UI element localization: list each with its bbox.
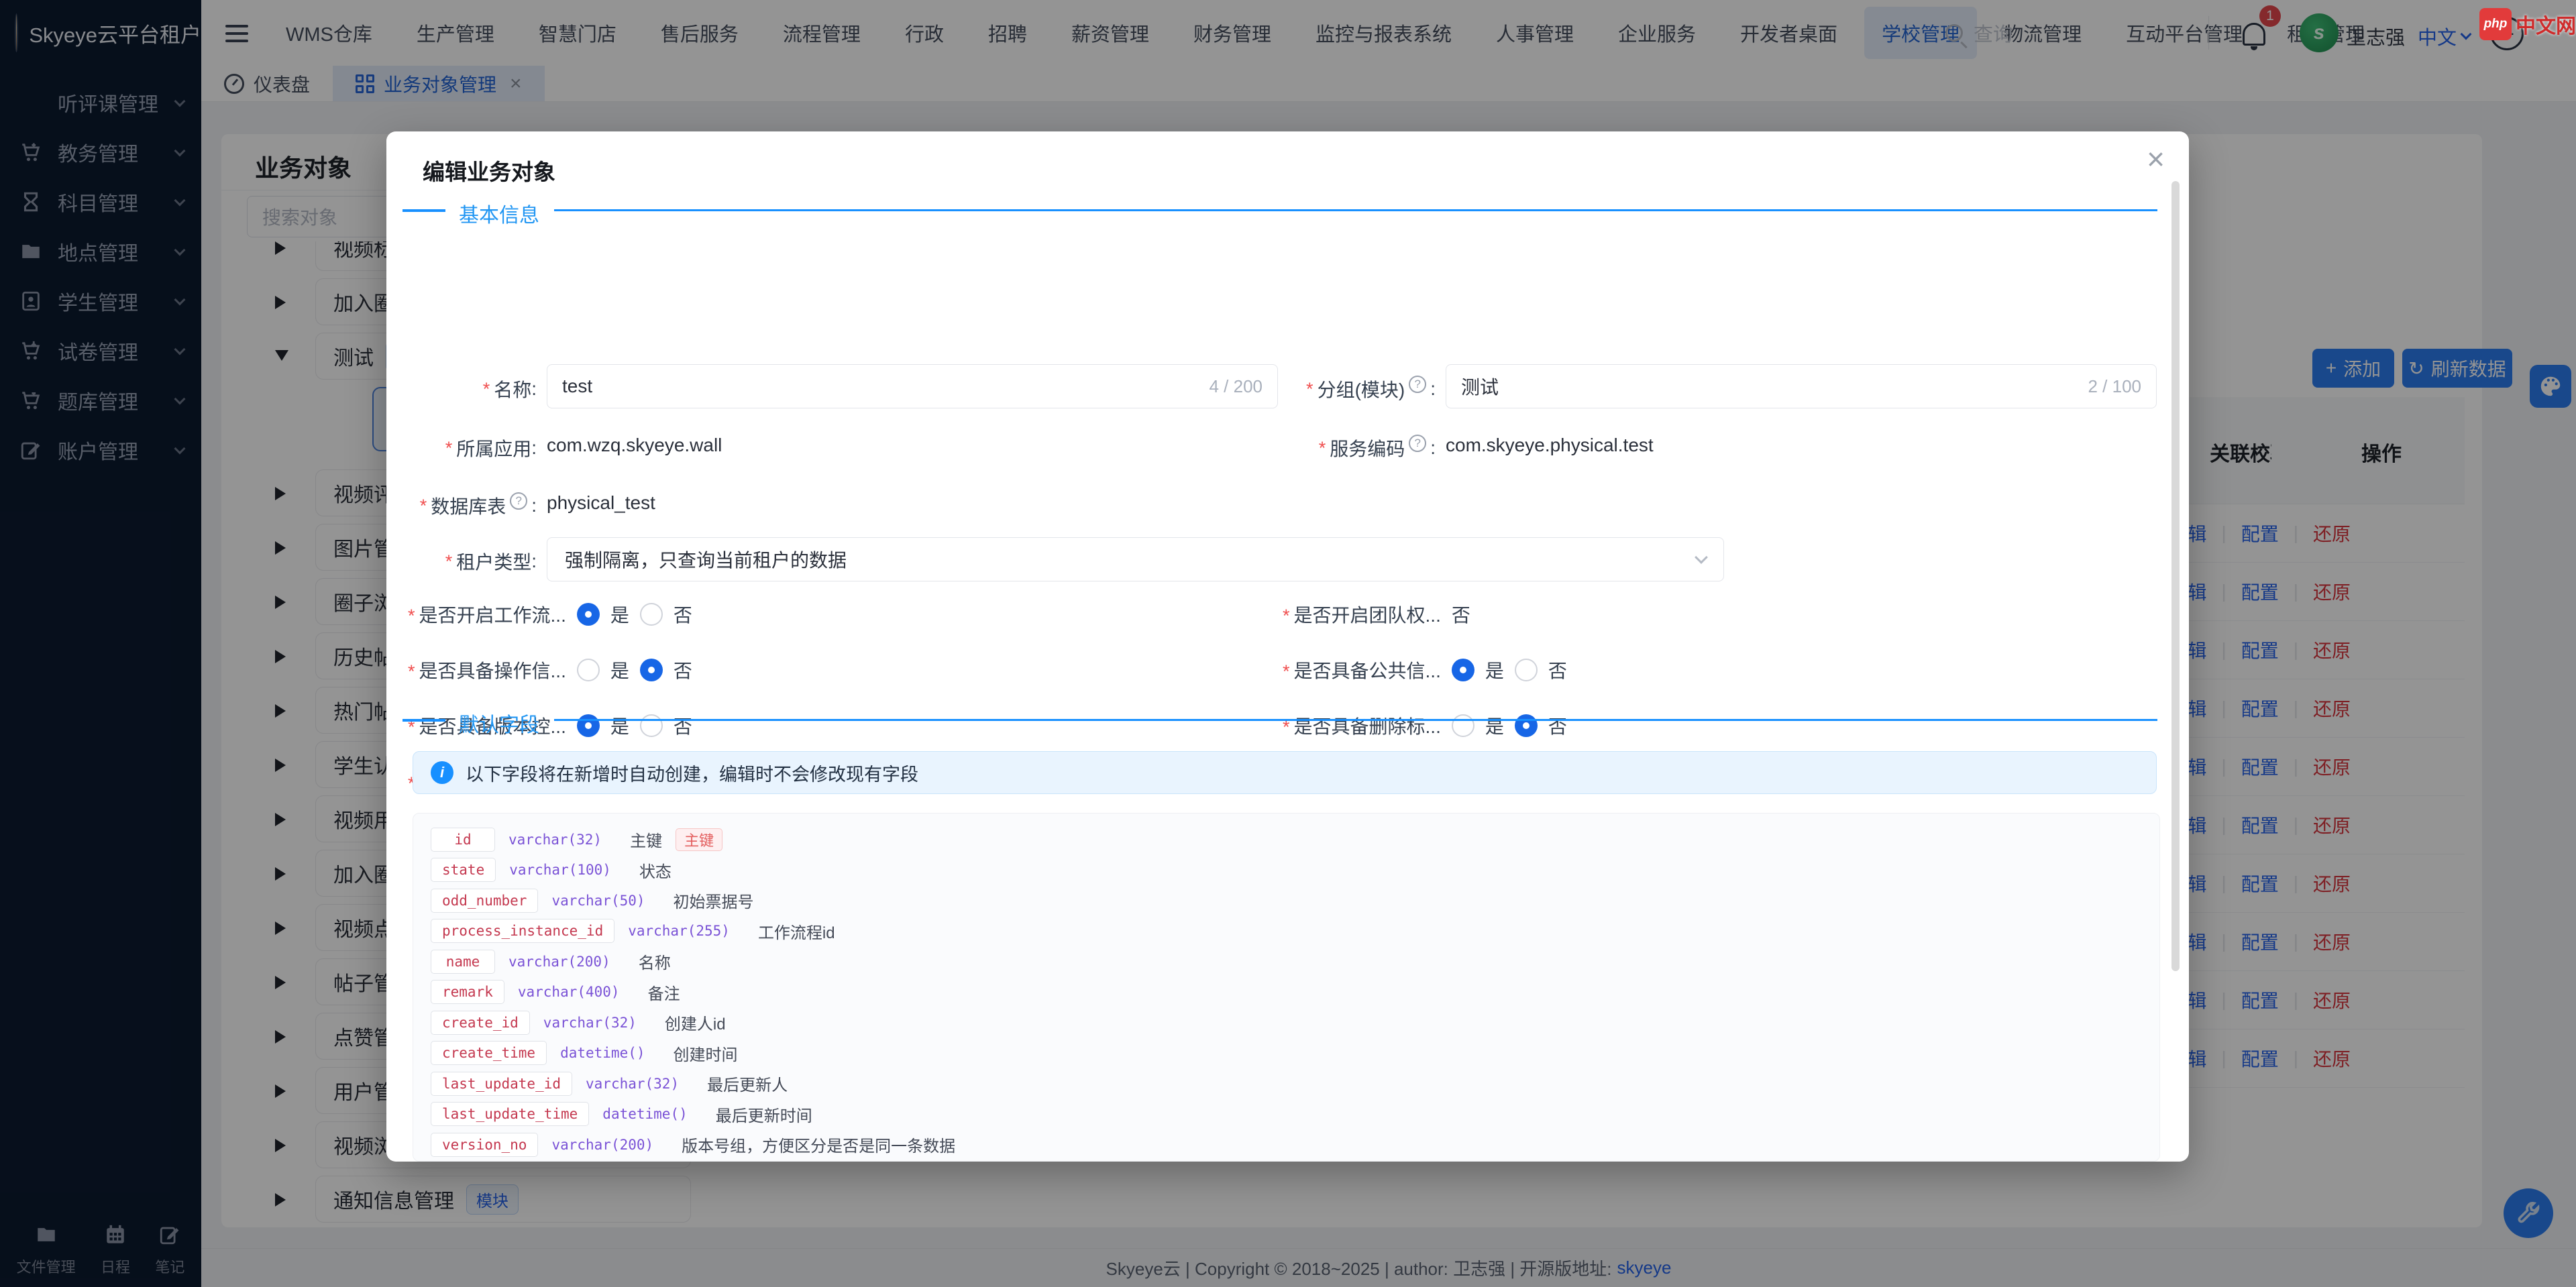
field-name-chip: name (431, 950, 495, 974)
close-icon[interactable]: × (2147, 144, 2165, 174)
service-code-label: *服务编码?: (1319, 435, 1436, 461)
alert-text: 以下字段将在新增时自动创建，编辑时不会修改现有字段 (466, 760, 918, 786)
default-fields-panel: id varchar(32) 主键主键 state varchar(100) 状态 odd_… (413, 813, 2160, 1162)
dialog-title: 编辑业务对象 (423, 154, 555, 186)
field-name-chip: last_update_time (431, 1102, 589, 1126)
radio-field: *是否具备公共信...是否 (1283, 657, 1567, 683)
default-field-row: create_time datetime() 创建时间 (431, 1038, 738, 1068)
radio-field: *是否开启工作流...是否 (408, 601, 692, 628)
field-name-chip: remark (431, 980, 504, 1004)
default-field-row: remark varchar(400) 备注 (431, 977, 680, 1007)
field-name-chip: version_no (431, 1133, 538, 1157)
radio-field: *是否具备操作信...是否 (408, 657, 692, 683)
application-window: Skyeye云平台租户 WMS仓库生产管理智慧门店售后服务流程管理行政招聘薪资管… (0, 0, 2576, 1287)
default-field-row: name varchar(200) 名称 (431, 946, 671, 976)
default-field-row: id varchar(32) 主键主键 (431, 824, 722, 854)
default-field-row: process_instance_id varchar(255) 工作流程id (431, 916, 835, 946)
field-description: 名称 (639, 950, 671, 973)
field-type: varchar(50) (551, 893, 645, 909)
field-type: varchar(100) (509, 862, 611, 878)
field-name-chip: odd_number (431, 889, 538, 913)
php-logo-icon: php (2479, 8, 2512, 40)
section-defaults: 默认字段 (386, 708, 2189, 732)
app-label: *所属应用: (445, 435, 537, 461)
radio-selected[interactable] (577, 603, 600, 626)
tenant-type-select[interactable]: 强制隔离，只查询当前租户的数据 (547, 537, 1724, 581)
field-description: 初始票据号 (674, 889, 754, 912)
field-description: 最后更新人 (707, 1072, 788, 1095)
field-description: 工作流程id (758, 919, 835, 943)
default-field-row: state varchar(100) 状态 (431, 855, 672, 885)
field-description: 状态 (639, 858, 672, 882)
radio-row: *是否开启工作流...是否 *是否开启团队权...否 (386, 601, 2189, 630)
field-type: varchar(32) (508, 832, 602, 848)
radio-unselected[interactable] (640, 603, 663, 626)
field-type: varchar(255) (628, 923, 730, 939)
edit-business-object-dialog: 编辑业务对象 × 基本信息 *名称: test4 / 200 *分组(模块)?:… (386, 131, 2189, 1162)
section-basic: 基本信息 (386, 199, 2189, 223)
field-type: varchar(32) (543, 1015, 637, 1031)
radio-selected[interactable] (1452, 659, 1474, 681)
service-code-value: com.skyeye.physical.test (1446, 435, 1654, 456)
group-label: *分组(模块)?: (1306, 376, 1436, 402)
field-description: 主键 (630, 828, 662, 851)
default-field-row: odd_number varchar(50) 初始票据号 (431, 885, 754, 915)
app-value: com.wzq.skyeye.wall (547, 435, 722, 456)
radio-static-value: 否 (1452, 601, 1470, 628)
field-description: 创建人id (665, 1011, 726, 1034)
site-watermark: php 中文网 (2479, 8, 2576, 40)
name-label: *名称: (483, 376, 537, 402)
field-name-chip: last_update_id (431, 1072, 572, 1096)
field-type: varchar(200) (551, 1137, 653, 1153)
help-icon[interactable]: ? (1409, 376, 1426, 393)
db-table-value: physical_test (547, 492, 655, 514)
field-description: 版本号组，方便区分是否是同一条数据 (682, 1133, 955, 1156)
field-description: 最后更新时间 (716, 1103, 812, 1126)
field-name-chip: process_instance_id (431, 919, 614, 943)
field-name-chip: create_id (431, 1011, 530, 1035)
field-name-chip: create_time (431, 1041, 547, 1065)
name-input[interactable]: test4 / 200 (547, 364, 1278, 408)
primary-key-badge: 主键 (676, 828, 722, 851)
info-alert: i 以下字段将在新增时自动创建，编辑时不会修改现有字段 (413, 751, 2157, 794)
field-type: varchar(32) (586, 1076, 679, 1092)
field-name-chip: state (431, 858, 496, 882)
field-type: datetime() (560, 1045, 645, 1061)
default-field-row: version_no varchar(200) 版本号组，方便区分是否是同一条数据 (431, 1129, 955, 1160)
char-counter: 2 / 100 (2088, 376, 2141, 397)
default-field-row: create_id varchar(32) 创建人id (431, 1007, 726, 1038)
field-name-chip: id (431, 828, 495, 852)
field-description: 备注 (648, 981, 680, 1004)
db-table-label: *数据库表?: (420, 492, 537, 519)
field-description: 创建时间 (674, 1042, 738, 1065)
field-type: varchar(400) (518, 984, 620, 1000)
group-input[interactable]: 测试2 / 100 (1446, 364, 2157, 408)
radio-unselected[interactable] (577, 659, 600, 681)
field-type: varchar(200) (508, 954, 610, 970)
radio-field: *是否开启团队权...否 (1283, 601, 1470, 628)
help-icon[interactable]: ? (510, 492, 527, 510)
radio-unselected[interactable] (1515, 659, 1538, 681)
radio-row: *是否具备操作信...是否 *是否具备公共信...是否 (386, 657, 2189, 686)
chevron-down-icon (1695, 551, 1708, 564)
default-field-row: last_update_time datetime() 最后更新时间 (431, 1099, 812, 1129)
char-counter: 4 / 200 (1209, 376, 1263, 397)
tenant-type-label: *租户类型: (445, 548, 537, 575)
help-icon[interactable]: ? (1409, 435, 1426, 452)
field-type: datetime() (602, 1106, 687, 1122)
default-field-row: last_update_id varchar(32) 最后更新人 (431, 1068, 788, 1099)
dialog-scrollbar[interactable] (2171, 181, 2180, 971)
radio-selected[interactable] (640, 659, 663, 681)
info-icon: i (431, 761, 453, 784)
